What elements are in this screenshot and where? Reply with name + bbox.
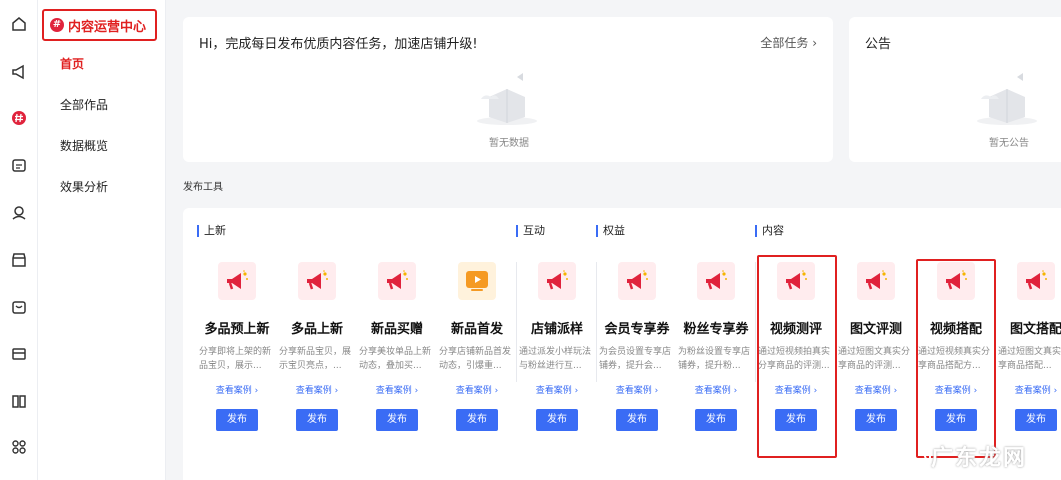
tool-card: 新品首发分享店铺新品首发动态，引爆重... 查看案例 › 发布 bbox=[437, 262, 517, 431]
notice-card: 公告 暂无公告 bbox=[849, 17, 1061, 162]
all-tasks-link[interactable]: 全部任务 › bbox=[760, 34, 817, 51]
tool-name: 多品预上新 bbox=[204, 322, 270, 337]
tool-name: 会员专享券 bbox=[604, 322, 670, 337]
tool-name: 多品上新 bbox=[290, 322, 343, 337]
tool-description: 分享店铺新品首发动态，引爆重... bbox=[439, 347, 512, 371]
empty-box-illustration bbox=[977, 73, 1037, 125]
view-case-link[interactable]: 查看案例 › bbox=[597, 383, 677, 396]
view-case-link[interactable]: 查看案例 › bbox=[437, 383, 517, 396]
view-case-link[interactable]: 查看案例 › bbox=[996, 383, 1061, 396]
store-icon[interactable] bbox=[9, 250, 29, 270]
tool-description: 分享即将上架的新品宝贝，展示... bbox=[199, 347, 272, 371]
tool-description: 通过短图文真实分享商品的评测... bbox=[838, 347, 911, 371]
publish-button[interactable]: 发布 bbox=[695, 409, 737, 431]
view-case-link[interactable]: 查看案例 › bbox=[277, 383, 357, 396]
notice-empty-text: 暂无公告 bbox=[989, 138, 1029, 149]
content-hub-icon[interactable] bbox=[9, 108, 29, 128]
publish-button[interactable]: 发布 bbox=[456, 409, 498, 431]
view-case-link[interactable]: 查看案例 › bbox=[676, 383, 756, 396]
view-case-link[interactable]: 查看案例 › bbox=[357, 383, 437, 396]
publish-button[interactable]: 发布 bbox=[216, 409, 258, 431]
content-center-header[interactable]: # 内容运营中心 bbox=[42, 9, 157, 41]
group-new: 上新 bbox=[197, 225, 226, 237]
play-icon bbox=[458, 262, 496, 300]
publish-button[interactable]: 发布 bbox=[1015, 409, 1057, 431]
megaphone-icon bbox=[538, 262, 576, 300]
publish-button[interactable]: 发布 bbox=[536, 409, 578, 431]
group-benefits: 权益 bbox=[596, 225, 625, 237]
content-hub-icon: # bbox=[50, 18, 64, 32]
tasks-title: Hi，完成每日发布优质内容任务，加速店铺升级! bbox=[199, 37, 478, 52]
megaphone-icon bbox=[298, 262, 336, 300]
megaphone-icon[interactable] bbox=[9, 62, 29, 82]
person-icon[interactable] bbox=[9, 203, 29, 223]
icon-rail bbox=[0, 0, 38, 480]
book-icon[interactable] bbox=[9, 391, 29, 411]
publish-tools-label: 发布工具 bbox=[183, 182, 223, 193]
content-center-title: 内容运营中心 bbox=[68, 19, 147, 35]
tool-name: 图文搭配 bbox=[1009, 322, 1061, 337]
megaphone-icon bbox=[378, 262, 416, 300]
highlight-video-review bbox=[757, 255, 837, 458]
tasks-card: Hi，完成每日发布优质内容任务，加速店铺升级! 全部任务 › 暂无数据 bbox=[183, 17, 833, 162]
tool-card: 会员专享券为会员设置专享店铺券，提升会... 查看案例 › 发布 bbox=[597, 262, 677, 431]
sub-navigation: # 内容运营中心 首页 全部作品 数据概览 效果分析 bbox=[38, 0, 166, 480]
tool-description: 分享美妆单品上新动态，叠加买... bbox=[359, 347, 432, 371]
megaphone-icon bbox=[1017, 262, 1055, 300]
tool-card: 图文评测通过短图文真实分享商品的评测... 查看案例 › 发布 bbox=[836, 262, 916, 431]
apps-icon[interactable] bbox=[9, 437, 29, 457]
calendar-icon[interactable] bbox=[9, 155, 29, 175]
box-icon[interactable] bbox=[9, 297, 29, 317]
tool-description: 为粉丝设置专享店铺券，提升粉... bbox=[678, 347, 751, 371]
view-case-link[interactable]: 查看案例 › bbox=[197, 383, 277, 396]
group-content: 内容 bbox=[755, 225, 784, 237]
tool-name: 图文评测 bbox=[849, 322, 902, 337]
view-case-link[interactable]: 查看案例 › bbox=[836, 383, 916, 396]
nav-item-all-works[interactable]: 全部作品 bbox=[60, 96, 108, 113]
tool-name: 新品首发 bbox=[450, 322, 503, 337]
megaphone-icon bbox=[618, 262, 656, 300]
nav-item-effect-analysis[interactable]: 效果分析 bbox=[60, 178, 108, 195]
tool-card: 店铺派样通过派发小样玩法与粉丝进行互... 查看案例 › 发布 bbox=[517, 262, 597, 431]
tool-description: 通过短图文真实分享商品搭配... bbox=[998, 347, 1061, 371]
megaphone-icon bbox=[218, 262, 256, 300]
tool-description: 通过派发小样玩法与粉丝进行互... bbox=[519, 347, 592, 371]
publish-button[interactable]: 发布 bbox=[855, 409, 897, 431]
empty-box-illustration bbox=[477, 73, 537, 125]
tool-card: 多品预上新分享即将上架的新品宝贝，展示... 查看案例 › 发布 bbox=[197, 262, 277, 431]
tool-card: 多品上新分享新品宝贝，展示宝贝亮点，... 查看案例 › 发布 bbox=[277, 262, 357, 431]
tool-card: 粉丝专享券为粉丝设置专享店铺券，提升粉... 查看案例 › 发布 bbox=[676, 262, 756, 431]
home-icon[interactable] bbox=[9, 14, 29, 34]
tool-name: 新品买赠 bbox=[370, 322, 423, 337]
megaphone-icon bbox=[697, 262, 735, 300]
tool-description: 为会员设置专享店铺券，提升会... bbox=[599, 347, 672, 371]
tool-description: 分享新品宝贝，展示宝贝亮点，... bbox=[279, 347, 352, 371]
tool-name: 粉丝专享券 bbox=[683, 322, 749, 337]
group-interaction: 互动 bbox=[516, 225, 545, 237]
highlight-video-match bbox=[916, 259, 996, 458]
publish-button[interactable]: 发布 bbox=[376, 409, 418, 431]
nav-item-home[interactable]: 首页 bbox=[60, 55, 84, 72]
publish-button[interactable]: 发布 bbox=[296, 409, 338, 431]
nav-item-data-overview[interactable]: 数据概览 bbox=[60, 137, 108, 154]
tool-name: 店铺派样 bbox=[530, 322, 583, 337]
view-case-link[interactable]: 查看案例 › bbox=[517, 383, 597, 396]
tasks-empty-text: 暂无数据 bbox=[489, 138, 529, 149]
notice-title: 公告 bbox=[865, 37, 892, 52]
megaphone-icon bbox=[857, 262, 895, 300]
card-icon[interactable] bbox=[9, 344, 29, 364]
watermark-text: 广东龙网 bbox=[930, 445, 1027, 471]
tool-card: 图文搭配通过短图文真实分享商品搭配... 查看案例 › 发布 bbox=[996, 262, 1061, 431]
publish-button[interactable]: 发布 bbox=[616, 409, 658, 431]
tool-card: 新品买赠分享美妆单品上新动态，叠加买... 查看案例 › 发布 bbox=[357, 262, 437, 431]
